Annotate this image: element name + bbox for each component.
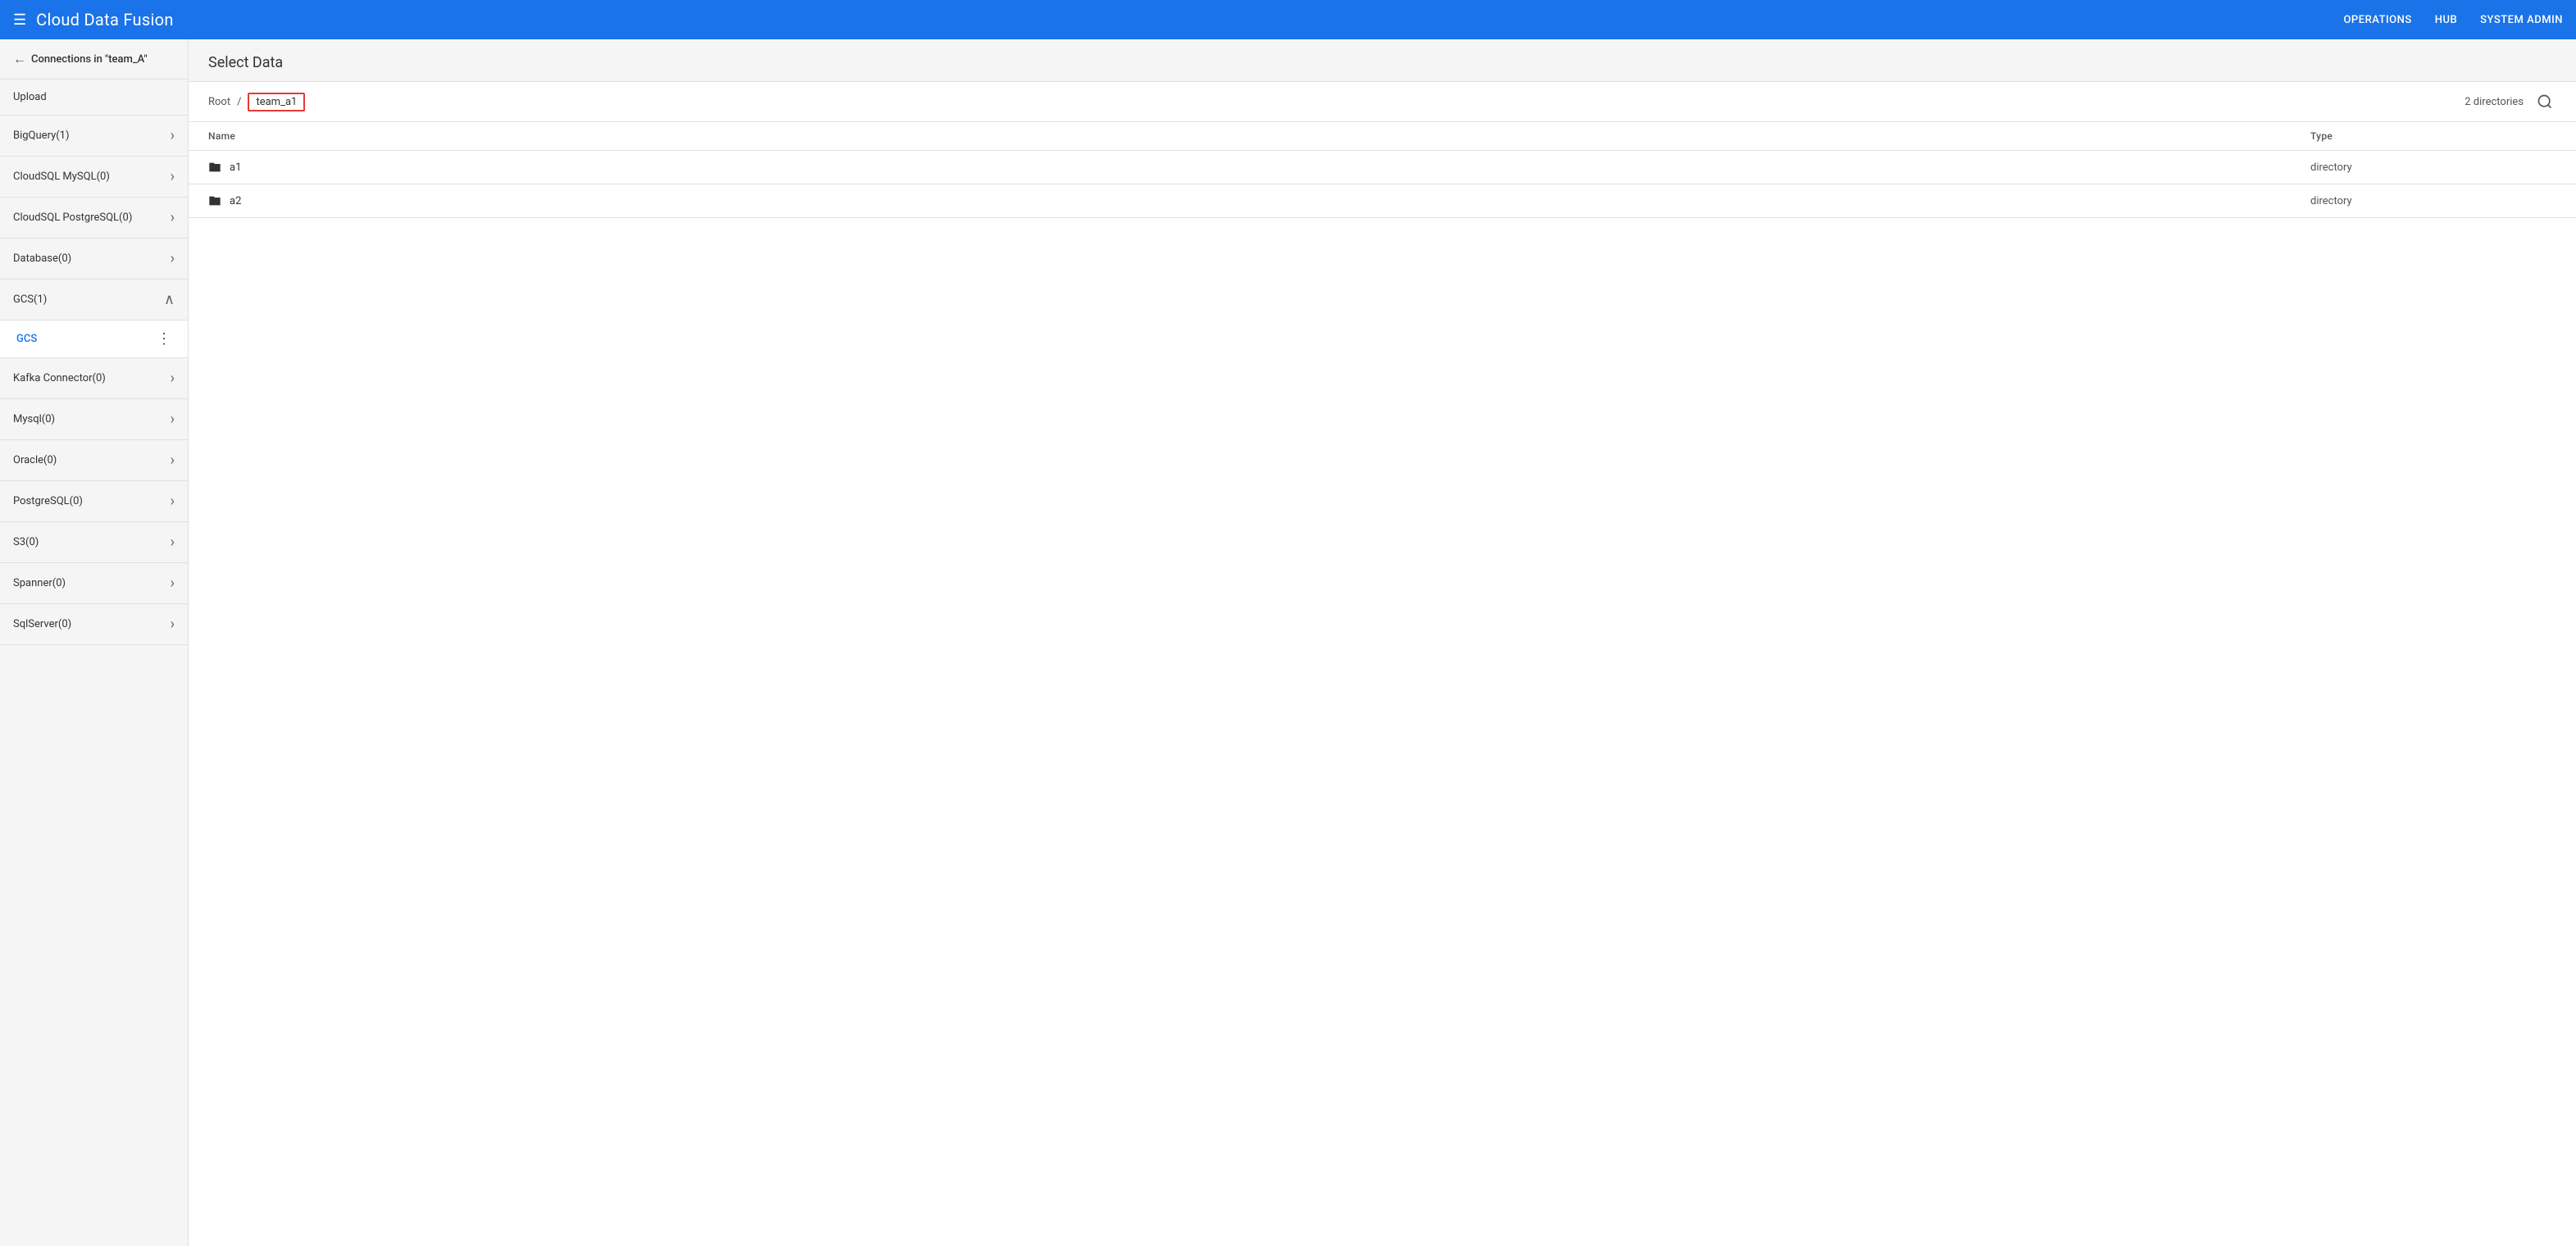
sidebar-subitem-gcs[interactable]: GCS ⋮	[0, 321, 188, 358]
back-arrow-icon: ←	[13, 51, 26, 67]
hub-link[interactable]: HUB	[2435, 14, 2457, 26]
sidebar-item-database[interactable]: Database(0) ›	[0, 239, 188, 280]
spanner-label: Spanner(0)	[13, 577, 66, 589]
main-content: Select Data Root / team_a1 2 directories…	[189, 39, 2576, 1246]
oracle-chevron-icon: ›	[171, 452, 175, 469]
sidebar-back-button[interactable]: ← Connections in "team_A"	[0, 39, 188, 80]
mysql-label: Mysql(0)	[13, 413, 55, 425]
breadcrumb: Root / team_a1 2 directories	[189, 82, 2576, 122]
top-navigation: ☰ Cloud Data Fusion OPERATIONS HUB SYSTE…	[0, 0, 2576, 39]
data-table: Name Type a1 directory a2	[189, 122, 2576, 1246]
database-chevron-icon: ›	[171, 250, 175, 267]
sidebar-item-s3[interactable]: S3(0) ›	[0, 522, 188, 563]
sidebar-item-cloudsql-postgres[interactable]: CloudSQL PostgreSQL(0) ›	[0, 198, 188, 239]
bigquery-label: BigQuery(1)	[13, 130, 70, 142]
system-admin-link[interactable]: SYSTEM ADMIN	[2480, 14, 2563, 26]
sidebar-item-kafka[interactable]: Kafka Connector(0) ›	[0, 358, 188, 399]
gcs-label: GCS(1)	[13, 293, 47, 306]
breadcrumb-current: team_a1	[248, 93, 305, 111]
folder-icon	[208, 161, 221, 174]
sidebar-item-bigquery[interactable]: BigQuery(1) ›	[0, 116, 188, 157]
operations-link[interactable]: OPERATIONS	[2343, 14, 2411, 26]
gcs-chevron-icon: ∧	[164, 291, 175, 308]
table-row[interactable]: a1 directory	[189, 151, 2576, 184]
breadcrumb-root[interactable]: Root	[208, 96, 230, 108]
mysql-chevron-icon: ›	[171, 411, 175, 428]
column-type-header: Type	[2310, 130, 2556, 142]
sidebar: ← Connections in "team_A" Upload BigQuer…	[0, 39, 189, 1246]
spanner-chevron-icon: ›	[171, 575, 175, 592]
search-icon	[2537, 93, 2553, 110]
sidebar-item-cloudsql-mysql[interactable]: CloudSQL MySQL(0) ›	[0, 157, 188, 198]
row-name-a1: a1	[230, 161, 241, 174]
sqlserver-chevron-icon: ›	[171, 616, 175, 633]
column-name-header: Name	[208, 130, 2310, 142]
cloudsql-mysql-chevron-icon: ›	[171, 168, 175, 185]
directory-count: 2 directories	[2464, 96, 2524, 108]
kafka-label: Kafka Connector(0)	[13, 372, 106, 384]
row-type-a2: directory	[2310, 195, 2556, 207]
page-title: Select Data	[208, 54, 2556, 71]
hamburger-icon[interactable]: ☰	[13, 11, 26, 29]
row-name-a2: a2	[230, 195, 241, 207]
postgresql-chevron-icon: ›	[171, 493, 175, 510]
oracle-label: Oracle(0)	[13, 454, 57, 466]
sidebar-upload-item[interactable]: Upload	[0, 80, 188, 116]
sidebar-item-oracle[interactable]: Oracle(0) ›	[0, 440, 188, 481]
database-label: Database(0)	[13, 252, 71, 265]
folder-icon	[208, 194, 221, 207]
bigquery-chevron-icon: ›	[171, 127, 175, 144]
cloudsql-postgres-chevron-icon: ›	[171, 209, 175, 226]
sidebar-item-mysql[interactable]: Mysql(0) ›	[0, 399, 188, 440]
cloudsql-mysql-label: CloudSQL MySQL(0)	[13, 171, 110, 183]
gcs-subitem-label: GCS	[16, 333, 37, 345]
search-button[interactable]	[2533, 90, 2556, 113]
sidebar-item-gcs[interactable]: GCS(1) ∧	[0, 280, 188, 321]
content-header: Select Data	[189, 39, 2576, 82]
s3-label: S3(0)	[13, 536, 39, 548]
postgresql-label: PostgreSQL(0)	[13, 495, 83, 507]
table-row[interactable]: a2 directory	[189, 184, 2576, 218]
sqlserver-label: SqlServer(0)	[13, 618, 71, 630]
sidebar-item-spanner[interactable]: Spanner(0) ›	[0, 563, 188, 604]
table-header: Name Type	[189, 122, 2576, 151]
sidebar-back-label: Connections in "team_A"	[31, 53, 148, 66]
sidebar-item-sqlserver[interactable]: SqlServer(0) ›	[0, 604, 188, 645]
breadcrumb-separator: /	[237, 96, 241, 108]
upload-label: Upload	[13, 91, 47, 103]
app-title: Cloud Data Fusion	[36, 10, 174, 30]
gcs-subitem-dots-icon[interactable]: ⋮	[157, 330, 171, 348]
kafka-chevron-icon: ›	[171, 370, 175, 387]
sidebar-item-postgresql[interactable]: PostgreSQL(0) ›	[0, 481, 188, 522]
cloudsql-postgres-label: CloudSQL PostgreSQL(0)	[13, 211, 132, 224]
row-type-a1: directory	[2310, 161, 2556, 174]
s3-chevron-icon: ›	[171, 534, 175, 551]
